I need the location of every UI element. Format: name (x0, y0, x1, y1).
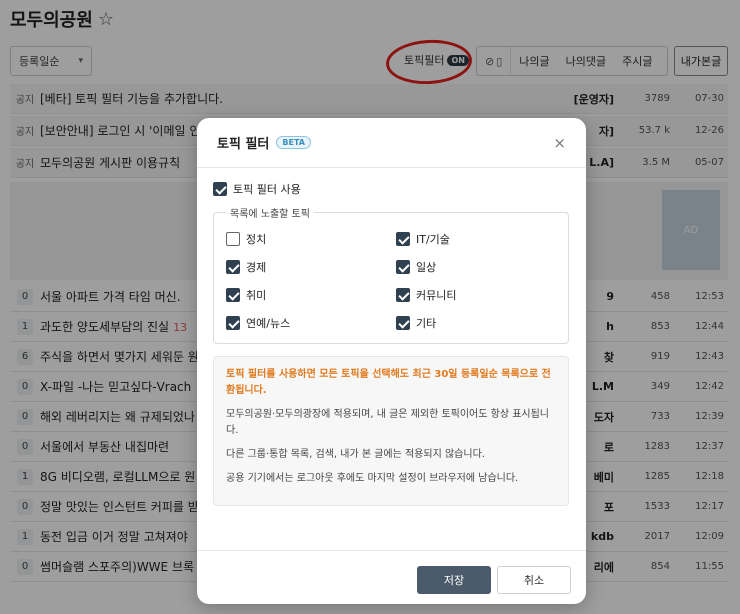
beta-badge: BETA (276, 136, 311, 149)
topic-option-entertainment-news[interactable]: 연예/뉴스 (226, 315, 290, 331)
use-topic-filter-label: 토픽 필터 사용 (233, 183, 301, 196)
topic-label: 경제 (246, 261, 267, 274)
topic-option-politics[interactable]: 정치 (226, 231, 266, 247)
cancel-button[interactable]: 취소 (497, 566, 571, 594)
info-text-3: 공용 기기에서는 로그아웃 후에도 마지막 설정이 브라우저에 남습니다. (226, 473, 519, 484)
topic-label: 일상 (416, 261, 437, 274)
topic-fieldset: 목록에 노출할 토픽 정치 경제 취미 연예/뉴스 IT/기술 일상 커뮤니티 (213, 205, 569, 344)
topic-checkbox[interactable] (396, 260, 410, 274)
topic-checkbox[interactable] (396, 232, 410, 246)
topic-label: 연예/뉴스 (246, 317, 291, 330)
topic-filter-modal: 토픽 필터 BETA × 토픽 필터 사용 목록에 노출할 토픽 정치 경제 취… (197, 118, 586, 604)
topic-checkbox[interactable] (226, 316, 240, 330)
topic-option-economy[interactable]: 경제 (226, 259, 266, 275)
save-button[interactable]: 저장 (417, 566, 491, 594)
topic-option-it-tech[interactable]: IT/기술 (396, 231, 450, 247)
topic-label: 정치 (246, 233, 267, 246)
use-topic-filter-checkbox[interactable] (213, 182, 227, 196)
topic-checkbox[interactable] (226, 288, 240, 302)
topic-checkbox[interactable] (226, 260, 240, 274)
modal-header: 토픽 필터 BETA × (197, 118, 586, 168)
topic-option-community[interactable]: 커뮤니티 (396, 287, 456, 303)
topic-fieldset-legend: 목록에 노출할 토픽 (226, 205, 314, 220)
topic-checkbox[interactable] (396, 316, 410, 330)
topic-label: 커뮤니티 (416, 289, 457, 302)
topic-checkbox[interactable] (396, 288, 410, 302)
warning-text: 토픽 필터를 사용하면 모든 토픽을 선택해도 최근 30일 등록일순 목록으로… (226, 369, 551, 396)
topic-label: 기타 (416, 317, 437, 330)
topic-label: 취미 (246, 289, 267, 302)
topic-option-etc[interactable]: 기타 (396, 315, 436, 331)
close-icon[interactable]: × (553, 134, 566, 152)
topic-option-daily[interactable]: 일상 (396, 259, 436, 275)
use-topic-filter-toggle[interactable]: 토픽 필터 사용 (213, 181, 301, 197)
topic-option-hobby[interactable]: 취미 (226, 287, 266, 303)
info-text-2: 다른 그룹·통합 목록, 검색, 내가 본 글에는 적용되지 않습니다. (226, 449, 485, 460)
modal-footer: 저장 취소 (197, 550, 586, 604)
info-text-1: 모두의공원·모두의광장에 적용되며, 내 글은 제외한 토픽이어도 항상 표시됩… (226, 409, 550, 436)
info-box: 토픽 필터를 사용하면 모든 토픽을 선택해도 최근 30일 등록일순 목록으로… (213, 356, 569, 506)
topic-label: IT/기술 (416, 233, 450, 246)
topic-checkbox[interactable] (226, 232, 240, 246)
modal-title: 토픽 필터 (217, 137, 270, 152)
